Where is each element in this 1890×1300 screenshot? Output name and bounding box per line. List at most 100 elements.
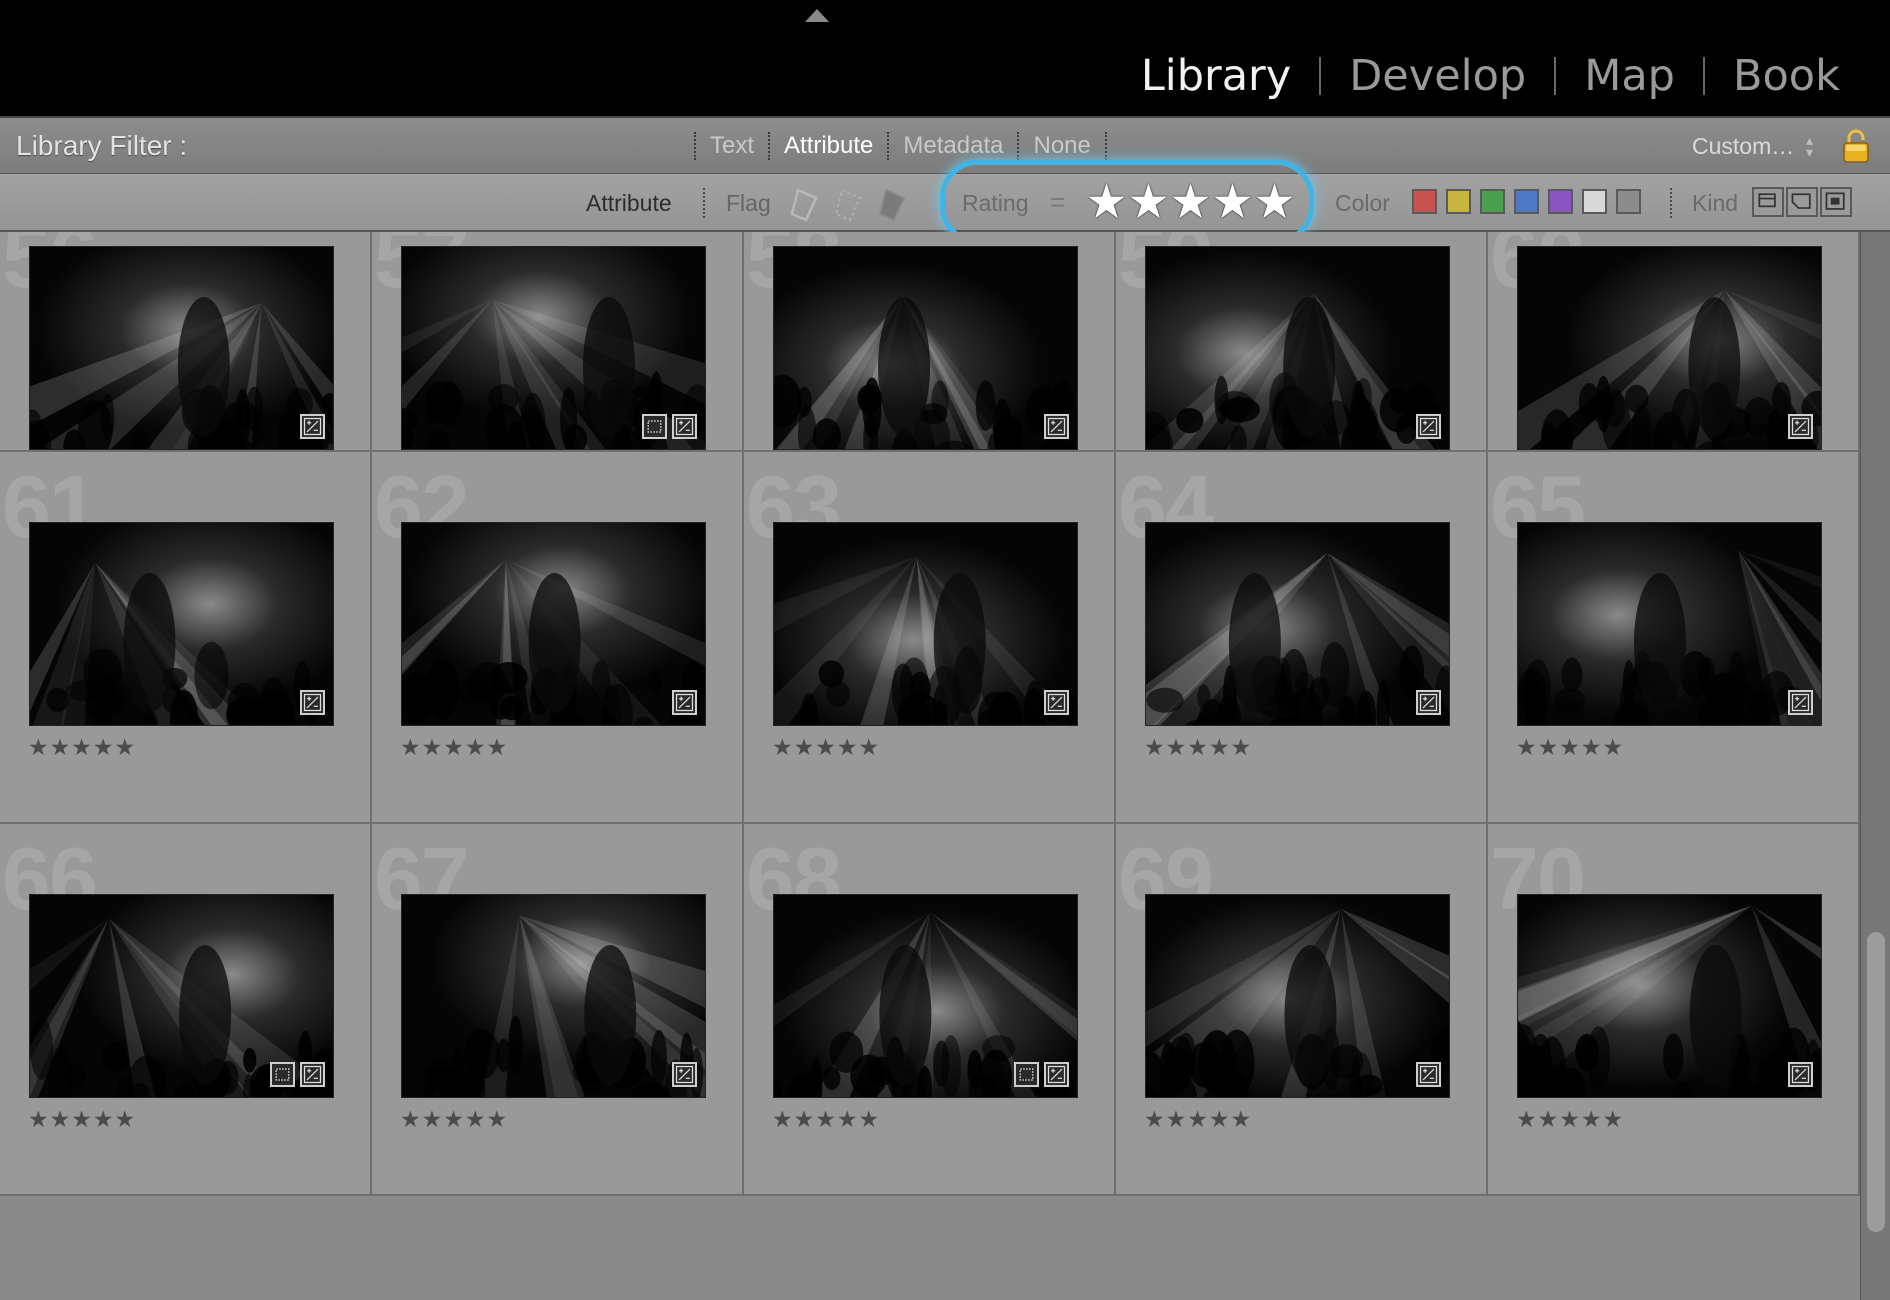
cropped-badge-icon[interactable] [642, 414, 667, 439]
color-swatch-green[interactable] [1480, 189, 1505, 214]
grid-scrollbar[interactable] [1860, 232, 1890, 1300]
photo-thumbnail[interactable] [401, 894, 706, 1098]
filter-preset-select[interactable]: Custom… [1692, 133, 1794, 160]
grid-cell[interactable]: 70 ★★★★★ [1488, 824, 1860, 1196]
tab-divider [1104, 132, 1107, 160]
grid-cell[interactable]: 61 ★★★★★ [0, 452, 372, 824]
grid-cell[interactable]: 67 ★★★★★ [372, 824, 744, 1196]
photo-thumbnail[interactable] [1145, 246, 1450, 450]
grid-cell[interactable]: 65 ★★★★★ [1488, 452, 1860, 824]
color-swatch-purple[interactable] [1548, 189, 1573, 214]
star-rating[interactable]: ★★★★★ [772, 734, 880, 761]
develop-adjustments-badge-icon[interactable] [1044, 414, 1069, 439]
divider [1670, 188, 1672, 218]
module-develop[interactable]: Develop [1321, 46, 1554, 106]
develop-adjustments-badge-icon[interactable] [1788, 690, 1813, 715]
filter-tabs: Text Attribute Metadata None [680, 128, 1121, 164]
develop-adjustments-badge-icon[interactable] [1044, 690, 1069, 715]
develop-adjustments-badge-icon[interactable] [672, 414, 697, 439]
color-swatch-none[interactable] [1616, 189, 1641, 214]
develop-adjustments-badge-icon[interactable] [300, 690, 325, 715]
star-rating[interactable]: ★★★★★ [1144, 734, 1252, 761]
cropped-badge-icon[interactable] [1014, 1062, 1039, 1087]
star-rating[interactable]: ★★★★★ [28, 734, 136, 761]
tab-none[interactable]: None [1033, 132, 1090, 160]
library-filter-title: Library Filter : [16, 130, 188, 161]
color-swatch-blue[interactable] [1514, 189, 1539, 214]
master-photos-icon[interactable] [1752, 187, 1784, 217]
tab-attribute[interactable]: Attribute [784, 132, 873, 160]
photo-thumbnail[interactable] [401, 522, 706, 726]
kind-filter-buttons [1752, 187, 1854, 217]
flag-label: Flag [726, 190, 771, 216]
develop-adjustments-badge-icon[interactable] [1788, 1062, 1813, 1087]
color-label: Color [1335, 190, 1390, 216]
photo-thumbnail[interactable] [773, 894, 1078, 1098]
develop-adjustments-badge-icon[interactable] [1788, 414, 1813, 439]
grid-cell[interactable]: 58★★★★★ [744, 232, 1116, 452]
color-swatch-yellow[interactable] [1446, 189, 1471, 214]
module-list: Library Develop Map Book [1113, 46, 1868, 106]
grid-cell[interactable]: 69 ★★★★★ [1116, 824, 1488, 1196]
module-picker-bar: Library Develop Map Book [0, 0, 1890, 116]
grid-cell[interactable]: 66 ★★★★★ [0, 824, 372, 1196]
grid-cell[interactable]: 68 ★★★★★ [744, 824, 1116, 1196]
color-label-swatches [1412, 189, 1650, 214]
lock-icon[interactable] [1842, 128, 1870, 164]
develop-adjustments-badge-icon[interactable] [1416, 414, 1441, 439]
tab-divider [1017, 132, 1020, 160]
select-arrows-icon[interactable]: ▴ ▾ [1806, 133, 1813, 159]
tab-divider [768, 132, 771, 160]
star-rating[interactable]: ★★★★★ [1144, 1106, 1252, 1133]
star-rating[interactable]: ★★★★★ [1516, 734, 1624, 761]
tab-metadata[interactable]: Metadata [903, 132, 1003, 160]
tab-divider [694, 132, 696, 160]
photo-thumbnail[interactable] [29, 246, 334, 450]
develop-adjustments-badge-icon[interactable] [1044, 1062, 1069, 1087]
grid-cell[interactable]: 56★★★★★ [0, 232, 372, 452]
develop-adjustments-badge-icon[interactable] [1416, 690, 1441, 715]
develop-adjustments-badge-icon[interactable] [300, 414, 325, 439]
scrollbar-thumb[interactable] [1867, 932, 1885, 1232]
develop-adjustments-badge-icon[interactable] [1416, 1062, 1441, 1087]
photo-thumbnail[interactable] [29, 522, 334, 726]
grid-cell[interactable]: 62 ★★★★★ [372, 452, 744, 824]
develop-adjustments-badge-icon[interactable] [672, 690, 697, 715]
photo-thumbnail[interactable] [773, 246, 1078, 450]
star-rating[interactable]: ★★★★★ [772, 1106, 880, 1133]
grid-cell[interactable]: 60★★★★★ [1488, 232, 1860, 452]
photo-thumbnail[interactable] [1517, 522, 1822, 726]
photo-thumbnail[interactable] [1145, 522, 1450, 726]
photo-thumbnail[interactable] [773, 522, 1078, 726]
cropped-badge-icon[interactable] [270, 1062, 295, 1087]
module-map[interactable]: Map [1556, 46, 1703, 106]
unflagged-filter-icon[interactable] [830, 184, 870, 224]
module-book[interactable]: Book [1705, 46, 1868, 106]
develop-adjustments-badge-icon[interactable] [300, 1062, 325, 1087]
grid-cell[interactable]: 57★★★★★ [372, 232, 744, 452]
star-rating[interactable]: ★★★★★ [400, 734, 508, 761]
grid-cell[interactable]: 63 ★★★★★ [744, 452, 1116, 824]
tab-text[interactable]: Text [710, 132, 754, 160]
star-rating[interactable]: ★★★★★ [1516, 1106, 1624, 1133]
kind-label: Kind [1692, 190, 1739, 216]
photo-thumbnail[interactable] [1517, 246, 1822, 450]
grid-cell[interactable]: 59★★★★★ [1116, 232, 1488, 452]
star-rating[interactable]: ★★★★★ [28, 1106, 136, 1133]
module-library[interactable]: Library [1113, 46, 1319, 106]
color-swatch-red[interactable] [1412, 189, 1437, 214]
photo-thumbnail[interactable] [401, 246, 706, 450]
collapse-panel-arrow-icon[interactable] [805, 9, 829, 22]
photo-thumbnail[interactable] [1145, 894, 1450, 1098]
grid-cell[interactable]: 64 ★★★★★ [1116, 452, 1488, 824]
rejected-filter-icon[interactable] [874, 184, 914, 224]
photo-thumbnail[interactable] [1517, 894, 1822, 1098]
flagged-filter-icon[interactable] [786, 184, 826, 224]
photo-thumbnail[interactable] [29, 894, 334, 1098]
star-rating[interactable]: ★★★★★ [400, 1106, 508, 1133]
color-swatch-custom[interactable] [1582, 189, 1607, 214]
develop-adjustments-badge-icon[interactable] [672, 1062, 697, 1087]
videos-icon[interactable] [1820, 187, 1852, 217]
virtual-copies-icon[interactable] [1786, 187, 1818, 217]
library-filter-bar: Library Filter : Text Attribute Metadata… [0, 116, 1890, 174]
